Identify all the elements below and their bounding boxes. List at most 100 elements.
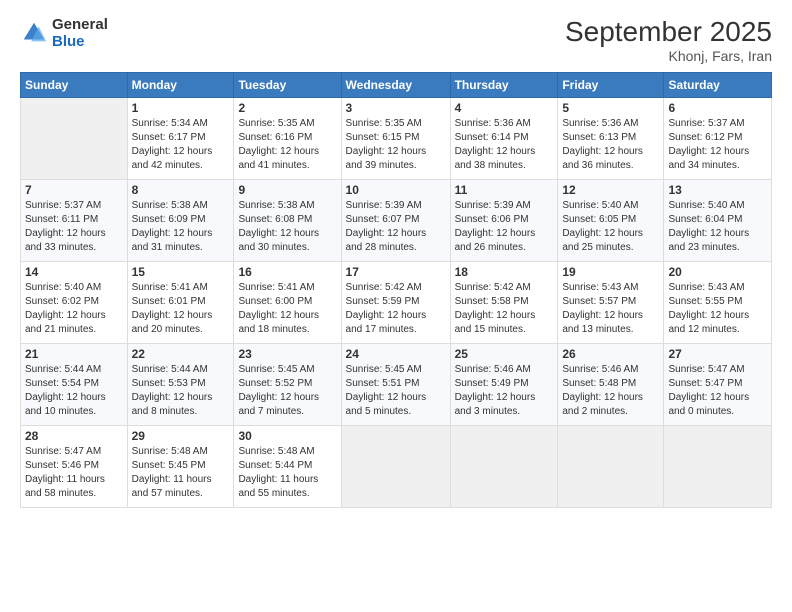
day-number: 6 xyxy=(668,101,767,115)
day-info: Sunrise: 5:39 AM Sunset: 6:06 PM Dayligh… xyxy=(455,199,554,255)
day-info: Sunrise: 5:34 AM Sunset: 6:17 PM Dayligh… xyxy=(132,117,230,173)
calendar-cell: 30 Sunrise: 5:48 AM Sunset: 5:44 PM Dayli… xyxy=(234,426,341,508)
day-number: 30 xyxy=(238,429,336,443)
location: Khonj, Fars, Iran xyxy=(565,48,772,64)
col-header-sunday: Sunday xyxy=(21,73,128,98)
calendar-cell: 19Sunrise: 5:43 AM Sunset: 5:57 PM Dayli… xyxy=(558,262,664,344)
calendar-cell: 10 Sunrise: 5:39 AM Sunset: 6:07 PM Dayli… xyxy=(341,180,450,262)
calendar-cell: 7 Sunrise: 5:37 AM Sunset: 6:11 PM Daylig… xyxy=(21,180,128,262)
day-number: 11 xyxy=(455,183,554,197)
day-info: Sunrise: 5:38 AM Sunset: 6:08 PM Dayligh… xyxy=(238,199,336,255)
day-number: 22 xyxy=(132,347,230,361)
header: General Blue September 2025 Khonj, Fars,… xyxy=(20,16,772,64)
day-info: Sunrise: 5:37 AM Sunset: 6:12 PM Dayligh… xyxy=(668,117,767,173)
day-info: Sunrise: 5:41 AM Sunset: 6:00 PM Dayligh… xyxy=(238,281,336,337)
day-number: 10 xyxy=(346,183,446,197)
calendar-cell: 9Sunrise: 5:38 AM Sunset: 6:08 PM Daylig… xyxy=(234,180,341,262)
day-number: 20 xyxy=(668,265,767,279)
title-block: September 2025 Khonj, Fars, Iran xyxy=(565,16,772,64)
calendar-table: SundayMondayTuesdayWednesdayThursdayFrid… xyxy=(20,72,772,508)
day-info: Sunrise: 5:38 AM Sunset: 6:09 PM Dayligh… xyxy=(132,199,230,255)
day-number: 13 xyxy=(668,183,767,197)
day-number: 15 xyxy=(132,265,230,279)
day-number: 1 xyxy=(132,101,230,115)
day-info: Sunrise: 5:37 AM Sunset: 6:11 PM Dayligh… xyxy=(25,199,123,255)
day-number: 8 xyxy=(132,183,230,197)
month-year: September 2025 xyxy=(565,16,772,48)
calendar-header-row: SundayMondayTuesdayWednesdayThursdayFrid… xyxy=(21,73,772,98)
day-number: 3 xyxy=(346,101,446,115)
calendar-cell: 11 Sunrise: 5:39 AM Sunset: 6:06 PM Dayli… xyxy=(450,180,558,262)
day-number: 26 xyxy=(562,347,659,361)
calendar-cell: 5Sunrise: 5:36 AM Sunset: 6:13 PM Daylig… xyxy=(558,98,664,180)
day-number: 14 xyxy=(25,265,123,279)
day-number: 7 xyxy=(25,183,123,197)
day-number: 16 xyxy=(238,265,336,279)
week-row-4: 21Sunrise: 5:44 AM Sunset: 5:54 PM Dayli… xyxy=(21,344,772,426)
day-info: Sunrise: 5:48 AM Sunset: 5:45 PM Dayligh… xyxy=(132,445,230,501)
day-info: Sunrise: 5:47 AM Sunset: 5:46 PM Dayligh… xyxy=(25,445,123,501)
calendar-cell: 25Sunrise: 5:46 AM Sunset: 5:49 PM Dayli… xyxy=(450,344,558,426)
logo-general: General xyxy=(52,16,108,33)
week-row-3: 14Sunrise: 5:40 AM Sunset: 6:02 PM Dayli… xyxy=(21,262,772,344)
calendar-cell: 13 Sunrise: 5:40 AM Sunset: 6:04 PM Dayli… xyxy=(664,180,772,262)
calendar-cell: 16 Sunrise: 5:41 AM Sunset: 6:00 PM Dayli… xyxy=(234,262,341,344)
col-header-wednesday: Wednesday xyxy=(341,73,450,98)
calendar-cell xyxy=(21,98,128,180)
week-row-1: 1 Sunrise: 5:34 AM Sunset: 6:17 PM Daylig… xyxy=(21,98,772,180)
day-info: Sunrise: 5:48 AM Sunset: 5:44 PM Dayligh… xyxy=(238,445,336,501)
calendar-cell: 22 Sunrise: 5:44 AM Sunset: 5:53 PM Dayli… xyxy=(127,344,234,426)
calendar-cell: 15 Sunrise: 5:41 AM Sunset: 6:01 PM Dayli… xyxy=(127,262,234,344)
logo-icon xyxy=(20,19,48,47)
calendar-cell xyxy=(341,426,450,508)
col-header-friday: Friday xyxy=(558,73,664,98)
day-info: Sunrise: 5:43 AM Sunset: 5:55 PM Dayligh… xyxy=(668,281,767,337)
col-header-monday: Monday xyxy=(127,73,234,98)
week-row-2: 7 Sunrise: 5:37 AM Sunset: 6:11 PM Daylig… xyxy=(21,180,772,262)
calendar-cell: 27Sunrise: 5:47 AM Sunset: 5:47 PM Dayli… xyxy=(664,344,772,426)
day-info: Sunrise: 5:42 AM Sunset: 5:58 PM Dayligh… xyxy=(455,281,554,337)
day-info: Sunrise: 5:44 AM Sunset: 5:53 PM Dayligh… xyxy=(132,363,230,419)
calendar-cell: 18 Sunrise: 5:42 AM Sunset: 5:58 PM Dayli… xyxy=(450,262,558,344)
calendar-cell xyxy=(450,426,558,508)
calendar-cell: 24 Sunrise: 5:45 AM Sunset: 5:51 PM Dayli… xyxy=(341,344,450,426)
day-info: Sunrise: 5:44 AM Sunset: 5:54 PM Dayligh… xyxy=(25,363,123,419)
col-header-thursday: Thursday xyxy=(450,73,558,98)
calendar-cell: 2Sunrise: 5:35 AM Sunset: 6:16 PM Daylig… xyxy=(234,98,341,180)
day-number: 24 xyxy=(346,347,446,361)
calendar-cell xyxy=(558,426,664,508)
day-number: 12 xyxy=(562,183,659,197)
week-row-5: 28Sunrise: 5:47 AM Sunset: 5:46 PM Dayli… xyxy=(21,426,772,508)
calendar-cell: 20 Sunrise: 5:43 AM Sunset: 5:55 PM Dayli… xyxy=(664,262,772,344)
day-number: 4 xyxy=(455,101,554,115)
day-info: Sunrise: 5:36 AM Sunset: 6:14 PM Dayligh… xyxy=(455,117,554,173)
day-info: Sunrise: 5:42 AM Sunset: 5:59 PM Dayligh… xyxy=(346,281,446,337)
day-number: 23 xyxy=(238,347,336,361)
calendar-cell: 28Sunrise: 5:47 AM Sunset: 5:46 PM Dayli… xyxy=(21,426,128,508)
col-header-saturday: Saturday xyxy=(664,73,772,98)
calendar-cell: 26 Sunrise: 5:46 AM Sunset: 5:48 PM Dayli… xyxy=(558,344,664,426)
day-number: 19 xyxy=(562,265,659,279)
day-info: Sunrise: 5:46 AM Sunset: 5:48 PM Dayligh… xyxy=(562,363,659,419)
day-number: 17 xyxy=(346,265,446,279)
col-header-tuesday: Tuesday xyxy=(234,73,341,98)
day-info: Sunrise: 5:45 AM Sunset: 5:51 PM Dayligh… xyxy=(346,363,446,419)
calendar-cell: 1 Sunrise: 5:34 AM Sunset: 6:17 PM Daylig… xyxy=(127,98,234,180)
calendar-cell xyxy=(664,426,772,508)
day-info: Sunrise: 5:40 AM Sunset: 6:04 PM Dayligh… xyxy=(668,199,767,255)
calendar-cell: 6 Sunrise: 5:37 AM Sunset: 6:12 PM Daylig… xyxy=(664,98,772,180)
day-info: Sunrise: 5:41 AM Sunset: 6:01 PM Dayligh… xyxy=(132,281,230,337)
day-number: 29 xyxy=(132,429,230,443)
day-info: Sunrise: 5:46 AM Sunset: 5:49 PM Dayligh… xyxy=(455,363,554,419)
logo-text: General Blue xyxy=(52,16,108,51)
logo: General Blue xyxy=(20,16,108,51)
logo-blue: Blue xyxy=(52,33,85,50)
day-number: 18 xyxy=(455,265,554,279)
day-number: 5 xyxy=(562,101,659,115)
day-number: 2 xyxy=(238,101,336,115)
calendar-cell: 4 Sunrise: 5:36 AM Sunset: 6:14 PM Daylig… xyxy=(450,98,558,180)
day-info: Sunrise: 5:39 AM Sunset: 6:07 PM Dayligh… xyxy=(346,199,446,255)
day-info: Sunrise: 5:47 AM Sunset: 5:47 PM Dayligh… xyxy=(668,363,767,419)
calendar-cell: 23Sunrise: 5:45 AM Sunset: 5:52 PM Dayli… xyxy=(234,344,341,426)
calendar-cell: 8 Sunrise: 5:38 AM Sunset: 6:09 PM Daylig… xyxy=(127,180,234,262)
